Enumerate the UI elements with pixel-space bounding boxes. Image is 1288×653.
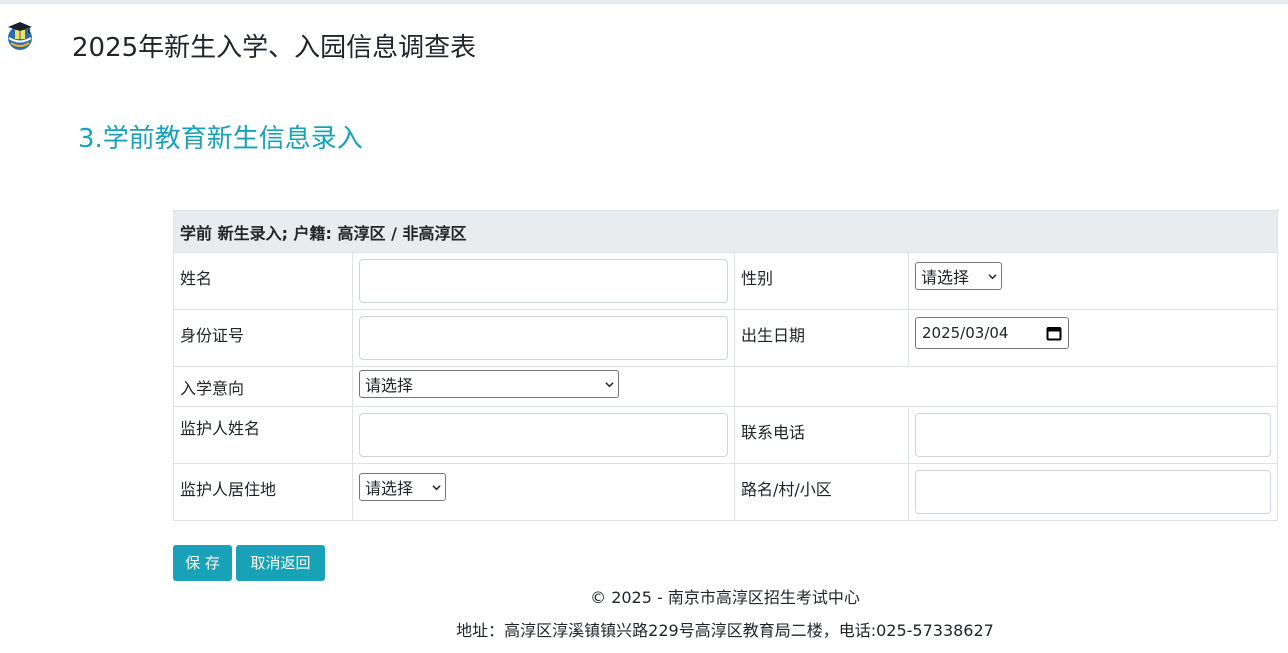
id-number-input[interactable] <box>359 316 728 360</box>
birth-label: 出生日期 <box>734 309 909 367</box>
id-label: 身份证号 <box>173 309 353 367</box>
id-birth-row: 身份证号 出生日期 2025/03/04 <box>173 309 1278 367</box>
residence-select-value: 请选择 <box>365 479 414 498</box>
guardian-name-cell <box>352 406 735 464</box>
chevron-down-icon <box>988 273 997 279</box>
chevron-down-icon <box>432 484 441 490</box>
chevron-down-icon <box>605 381 614 387</box>
phone-label: 联系电话 <box>734 406 909 464</box>
residence-cell: 请选择 <box>352 463 735 521</box>
guardian-phone-row: 监护人姓名 联系电话 <box>173 406 1278 464</box>
id-input-cell <box>352 309 735 367</box>
top-strip <box>0 0 1288 4</box>
guardian-name-label: 监护人姓名 <box>173 406 353 464</box>
app-title: 2025年新生入学、入园信息调查表 <box>72 33 477 63</box>
footer-address: 地址：高淳区淳溪镇镇兴路229号高淳区教育局二楼，电话:025-57338627 <box>456 621 994 640</box>
section-title: 3.学前教育新生信息录入 <box>78 124 363 154</box>
phone-input[interactable] <box>915 413 1271 457</box>
residence-label: 监护人居住地 <box>173 463 353 521</box>
residence-select[interactable]: 请选择 <box>359 473 446 501</box>
birth-cell: 2025/03/04 <box>908 309 1278 367</box>
gender-cell: 请选择 <box>908 252 1278 310</box>
name-input[interactable] <box>359 259 728 303</box>
cancel-return-button[interactable]: 取消返回 <box>236 545 325 581</box>
name-input-cell <box>352 252 735 310</box>
calendar-icon[interactable] <box>1046 325 1062 341</box>
gender-label: 性别 <box>734 252 909 310</box>
school-globe-logo-icon <box>8 22 32 50</box>
name-gender-row: 姓名 性别 请选择 <box>173 252 1278 310</box>
intent-select[interactable]: 请选择 <box>359 370 619 398</box>
road-label: 路名/村/小区 <box>734 463 909 521</box>
intent-label: 入学意向 <box>173 366 353 407</box>
name-label: 姓名 <box>173 252 353 310</box>
save-button[interactable]: 保 存 <box>173 545 232 581</box>
intent-cell: 请选择 <box>352 366 735 407</box>
road-cell <box>908 463 1278 521</box>
intent-row: 入学意向 请选择 <box>173 366 1278 407</box>
birth-date-input[interactable]: 2025/03/04 <box>915 317 1069 349</box>
student-info-form-table: 学前 新生录入; 户籍: 高淳区 / 非高淳区 姓名 性别 请选择 身份证号 出… <box>173 210 1278 521</box>
gender-select[interactable]: 请选择 <box>915 262 1002 290</box>
residence-road-row: 监护人居住地 请选择 路名/村/小区 <box>173 463 1278 521</box>
form-header: 学前 新生录入; 户籍: 高淳区 / 非高淳区 <box>173 210 1278 253</box>
intent-empty-cell <box>734 366 1278 407</box>
phone-cell <box>908 406 1278 464</box>
gender-select-value: 请选择 <box>921 268 970 287</box>
guardian-name-input[interactable] <box>359 413 728 457</box>
intent-select-value: 请选择 <box>365 376 414 395</box>
birth-date-value: 2025/03/04 <box>922 324 1009 342</box>
footer-copyright: © 2025 - 南京市高淳区招生考试中心 <box>590 588 860 607</box>
road-input[interactable] <box>915 470 1271 514</box>
